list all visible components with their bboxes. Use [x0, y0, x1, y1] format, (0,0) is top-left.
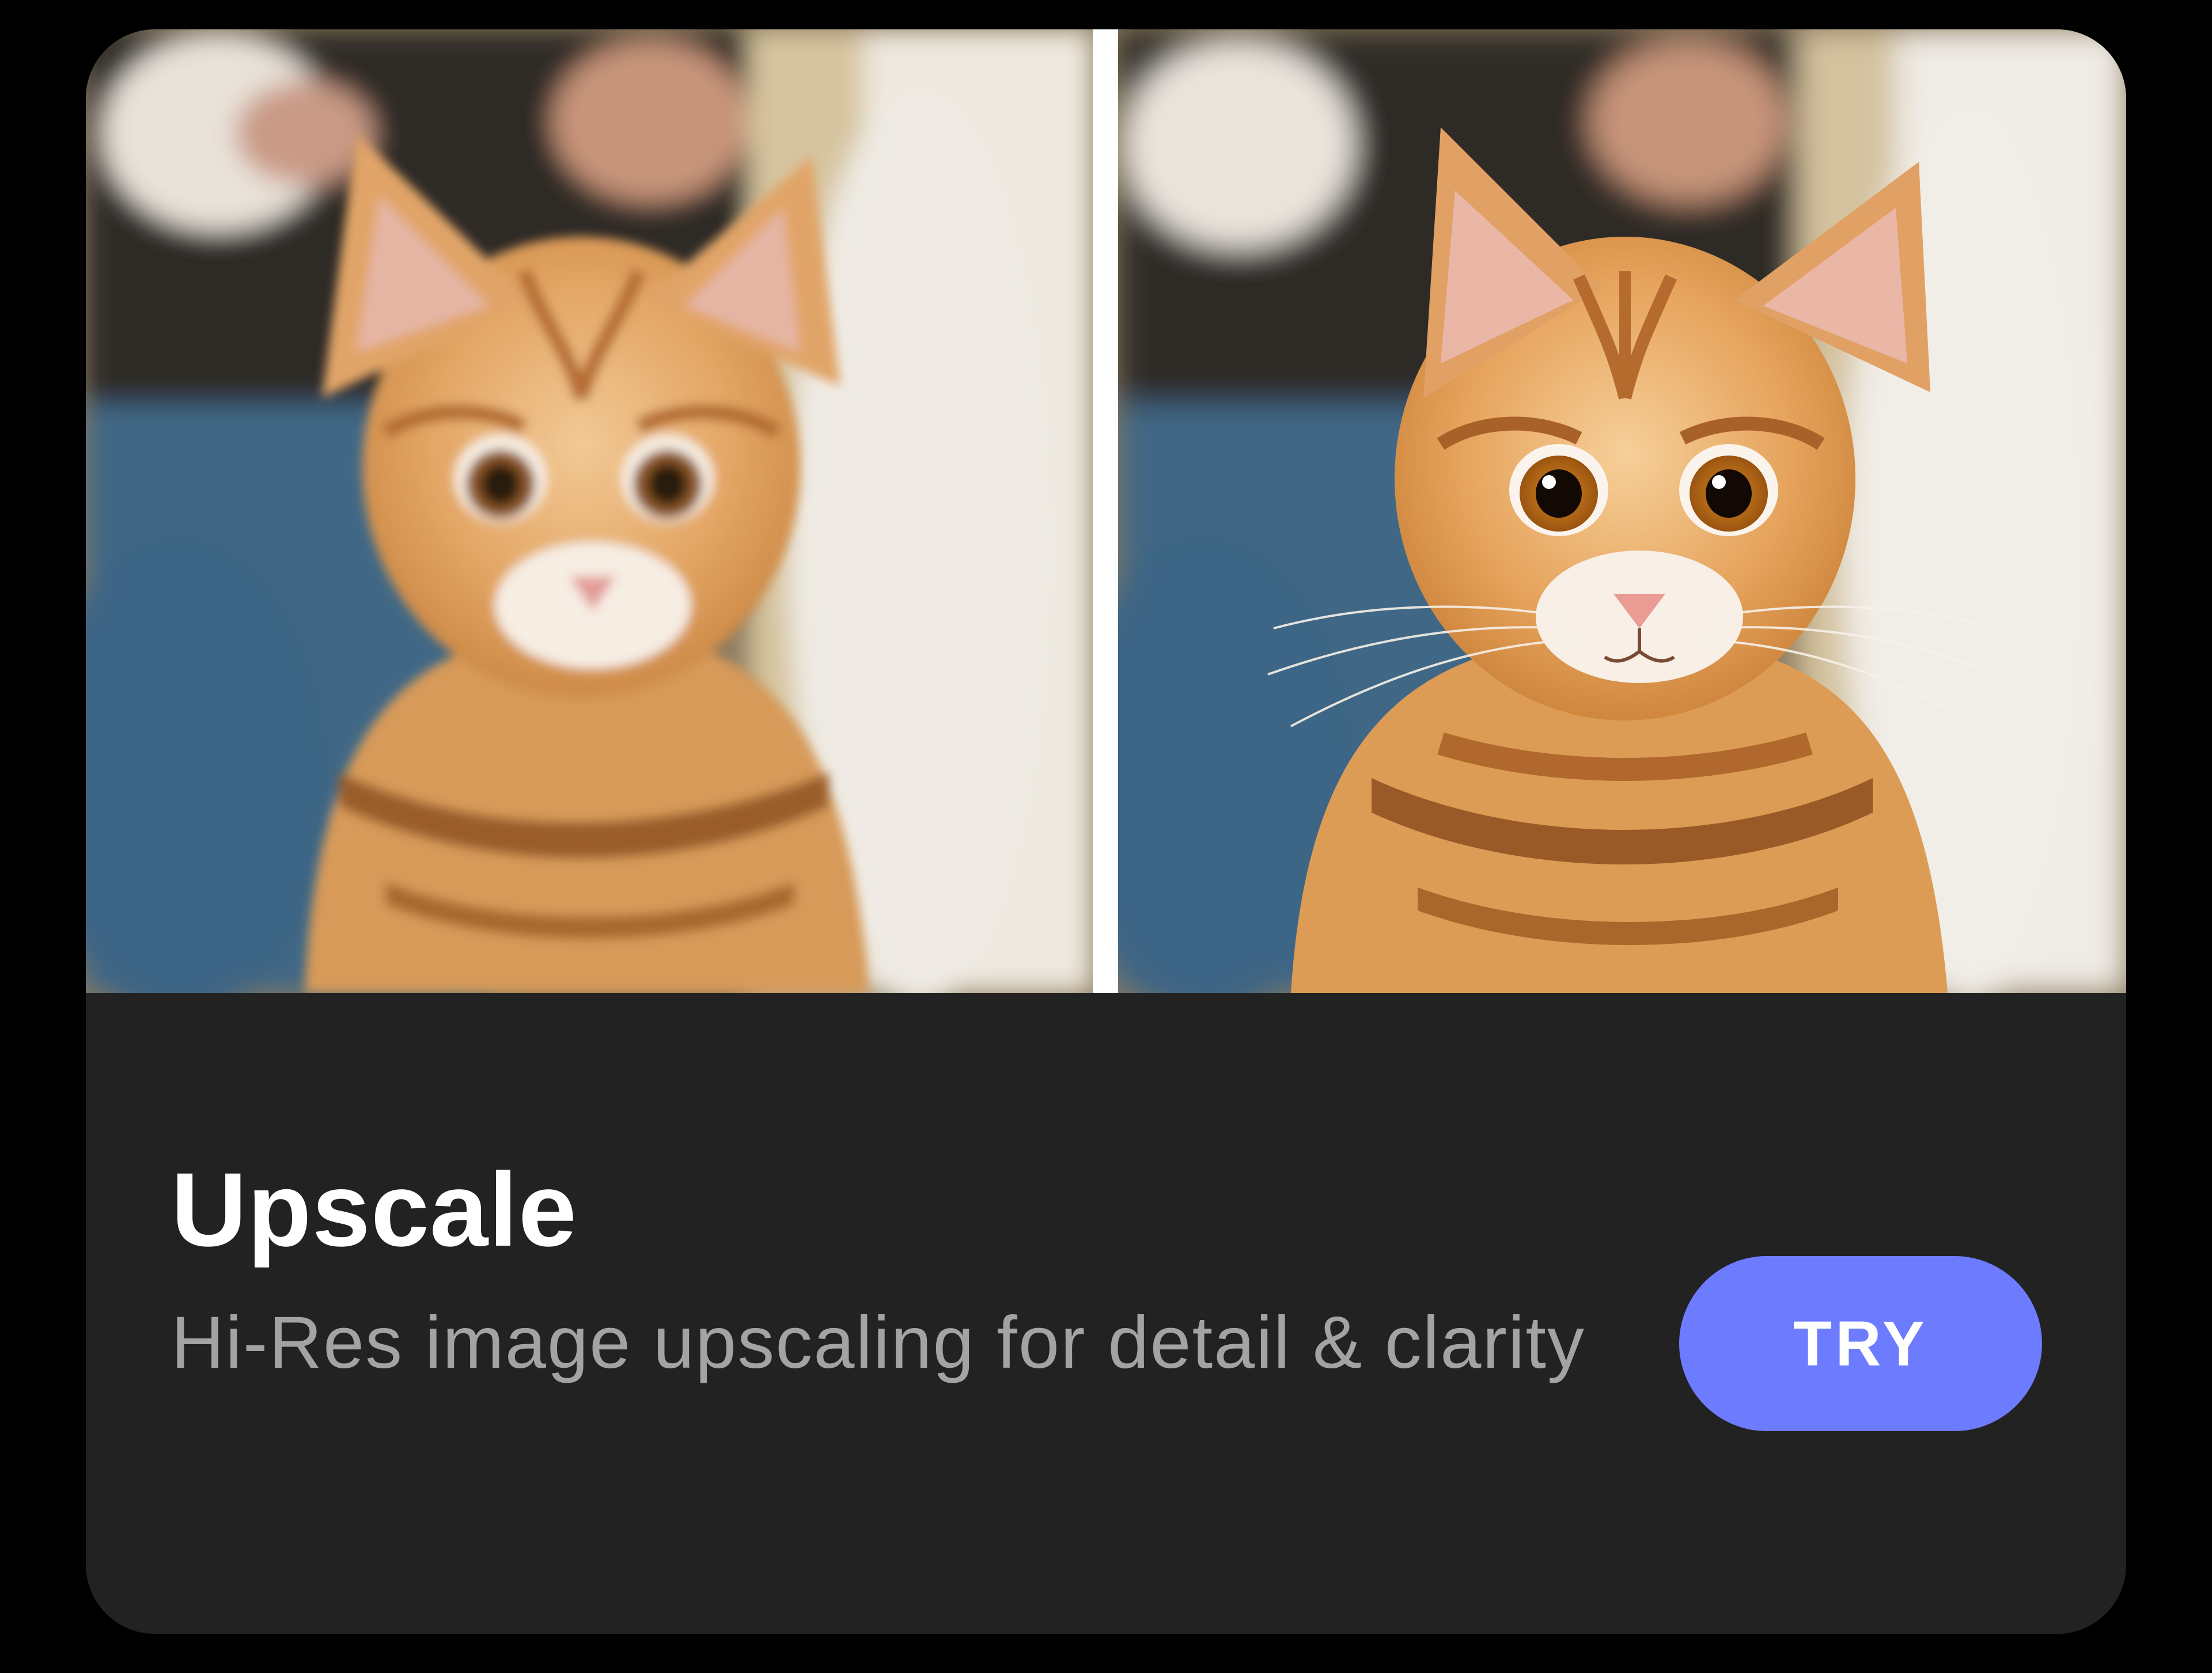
- sharp-cat-photo: [1118, 29, 2126, 993]
- before-after-comparison: [86, 29, 2126, 993]
- upscale-feature-card[interactable]: Upscale Hi-Res image upscaling for detai…: [86, 29, 2126, 1634]
- feature-title: Upscale: [171, 1151, 578, 1268]
- after-image: [1118, 29, 2126, 993]
- card-info: Upscale Hi-Res image upscaling for detai…: [86, 993, 2126, 1634]
- comparison-divider: [1093, 29, 1118, 993]
- blurry-cat-photo: [86, 29, 1093, 993]
- before-image: [86, 29, 1093, 993]
- feature-description: Hi-Res image upscaling for detail & clar…: [171, 1302, 1585, 1384]
- try-button[interactable]: TRY: [1679, 1256, 2042, 1431]
